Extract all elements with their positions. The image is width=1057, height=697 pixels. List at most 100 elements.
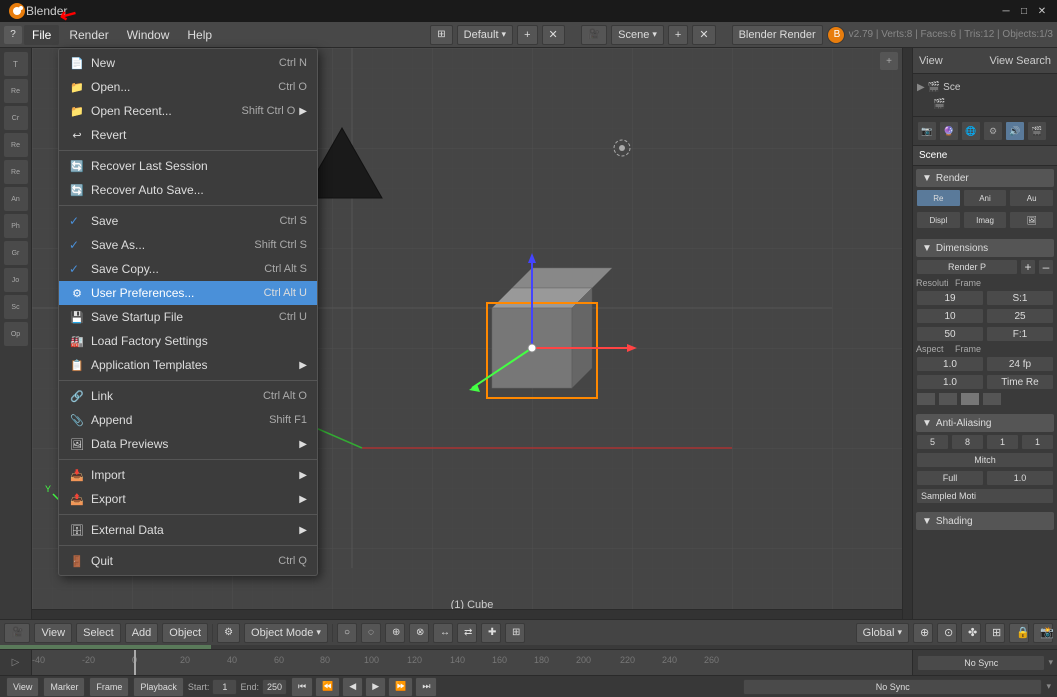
- status-no-sync[interactable]: No Sync: [743, 679, 1043, 695]
- menu-append[interactable]: 📎 Append Shift F1: [59, 408, 317, 432]
- res-y-field[interactable]: 10: [916, 308, 984, 324]
- add-btn[interactable]: Add: [125, 623, 159, 643]
- menu-export[interactable]: 📤 Export ▶: [59, 487, 317, 511]
- select-btn[interactable]: Select: [76, 623, 121, 643]
- vp-end-1[interactable]: ⊕: [913, 623, 933, 643]
- scene-add-btn[interactable]: +: [668, 25, 688, 45]
- menu-link[interactable]: 🔗 Link Ctrl Alt O: [59, 384, 317, 408]
- vp-btn-7[interactable]: ✚: [481, 623, 501, 643]
- vp-end-2[interactable]: ⊙: [937, 623, 957, 643]
- image2-btn[interactable]: 🖼: [1009, 211, 1054, 229]
- vp-btn-4[interactable]: ⊗: [409, 623, 429, 643]
- timeline-track[interactable]: -40 -20 0 20 40 60 80 100 120 140 160 18…: [32, 650, 912, 675]
- status-frame-btn[interactable]: Frame: [89, 677, 129, 697]
- transport-play-back[interactable]: ◀: [342, 677, 363, 697]
- close-button[interactable]: ✕: [1035, 4, 1049, 18]
- transport-next[interactable]: ⏩: [388, 677, 413, 697]
- vp-end-4[interactable]: ⊞: [985, 623, 1005, 643]
- tool-icon-9[interactable]: Jo: [4, 268, 28, 292]
- res-percent-field[interactable]: 50: [916, 326, 984, 342]
- menu-render[interactable]: Render: [61, 25, 116, 45]
- mode-icon[interactable]: ⚙: [217, 623, 240, 643]
- menu-help[interactable]: Help: [179, 25, 220, 45]
- vp-end-6[interactable]: 📸: [1033, 623, 1053, 643]
- frame-start-field[interactable]: S:1: [986, 290, 1054, 306]
- menu-save[interactable]: ✓ Save Ctrl S: [59, 209, 317, 233]
- menu-recover-auto[interactable]: 🔄 Recover Auto Save...: [59, 178, 317, 202]
- world-prop-icon[interactable]: 🌐: [961, 121, 981, 141]
- layout-grid-btn[interactable]: ⊞: [430, 25, 452, 45]
- scene-prop-icon[interactable]: 🎬: [1027, 121, 1047, 141]
- vp-btn-5[interactable]: ↔: [433, 623, 453, 643]
- aa-11-btn[interactable]: 1: [1021, 434, 1054, 450]
- tool-icon-2[interactable]: Re: [4, 79, 28, 103]
- aa-8-btn[interactable]: 8: [951, 434, 984, 450]
- right-view-btn[interactable]: View: [919, 55, 943, 67]
- render-preset-field[interactable]: Render P: [916, 259, 1018, 275]
- vp-btn-1[interactable]: ○: [337, 623, 357, 643]
- info-icon[interactable]: ?: [4, 26, 22, 44]
- menu-window[interactable]: Window: [119, 25, 178, 45]
- scene-tree-item[interactable]: ▶ 🎬 Sce: [917, 78, 1053, 96]
- layout-remove-btn[interactable]: ✕: [542, 25, 565, 45]
- display-btn[interactable]: Displ: [916, 211, 961, 229]
- vp-btn-6[interactable]: ⇄: [457, 623, 477, 643]
- frame-end-field[interactable]: 25: [986, 308, 1054, 324]
- aa-1-btn[interactable]: 1: [986, 434, 1019, 450]
- full-field[interactable]: Full: [916, 470, 984, 486]
- end-val-field[interactable]: 250: [262, 679, 287, 695]
- menu-save-as[interactable]: ✓ Save As... Shift Ctrl S: [59, 233, 317, 257]
- menu-app-templates[interactable]: 📋 Application Templates ▶: [59, 353, 317, 377]
- material-prop-icon[interactable]: 🔮: [939, 121, 959, 141]
- right-search-btn[interactable]: View Search: [989, 55, 1051, 67]
- render-section-header[interactable]: ▼ Render: [916, 169, 1054, 187]
- tool-icon-6[interactable]: An: [4, 187, 28, 211]
- time-remap-field[interactable]: Time Re: [986, 374, 1054, 390]
- menu-data-previews[interactable]: 🖼 Data Previews ▶: [59, 432, 317, 456]
- menu-open-recent[interactable]: 📁 Open Recent... Shift Ctrl O ▶: [59, 99, 317, 123]
- menu-load-factory[interactable]: 🏭 Load Factory Settings: [59, 329, 317, 353]
- viewport-scrollbar-v[interactable]: [902, 48, 912, 619]
- vp-end-3[interactable]: ✤: [961, 623, 981, 643]
- scene-select[interactable]: Scene ▾: [611, 25, 664, 45]
- frame-step-field[interactable]: F:1: [986, 326, 1054, 342]
- status-marker-btn[interactable]: Marker: [43, 677, 85, 697]
- tool-icon-10[interactable]: Sc: [4, 295, 28, 319]
- mitch-field[interactable]: Mitch: [916, 452, 1054, 468]
- vp-btn-8[interactable]: ⊞: [505, 623, 525, 643]
- status-view-btn[interactable]: View: [6, 677, 39, 697]
- transport-prev-end[interactable]: ⏮: [291, 677, 313, 697]
- scene-sub-item[interactable]: 🎬: [917, 96, 1053, 112]
- menu-revert[interactable]: ↩ Revert: [59, 123, 317, 147]
- transport-play[interactable]: ▶: [365, 677, 386, 697]
- start-val-field[interactable]: 1: [212, 679, 237, 695]
- render-au-btn[interactable]: Au: [1009, 189, 1054, 207]
- transport-prev[interactable]: ⏪: [315, 677, 340, 697]
- render-ani-btn[interactable]: Ani: [963, 189, 1008, 207]
- vp-btn-3[interactable]: ⊕: [385, 623, 405, 643]
- object-prop-icon[interactable]: ⚙: [983, 121, 1003, 141]
- preset-add-btn[interactable]: +: [1020, 259, 1036, 275]
- menu-external-data[interactable]: 🗄 External Data ▶: [59, 518, 317, 542]
- view-btn[interactable]: View: [34, 623, 72, 643]
- menu-import[interactable]: 📥 Import ▶: [59, 463, 317, 487]
- scene-type-btn[interactable]: 🎥: [581, 25, 607, 45]
- mode-select[interactable]: Object Mode ▾: [244, 623, 328, 643]
- menu-quit[interactable]: 🚪 Quit Ctrl Q: [59, 549, 317, 573]
- preset-remove-btn[interactable]: –: [1038, 259, 1054, 275]
- menu-save-copy[interactable]: ✓ Save Copy... Ctrl Alt S: [59, 257, 317, 281]
- tool-icon-11[interactable]: Op: [4, 322, 28, 346]
- render-engine-select[interactable]: Blender Render: [732, 25, 823, 45]
- vp-btn-2[interactable]: ◌: [361, 623, 381, 643]
- menu-file[interactable]: File: [24, 25, 59, 45]
- dimensions-header[interactable]: ▼ Dimensions: [916, 239, 1054, 257]
- menu-user-prefs[interactable]: ⚙ User Preferences... Ctrl Alt U: [59, 281, 317, 305]
- menu-new[interactable]: 📄 New Ctrl N: [59, 51, 317, 75]
- global-select[interactable]: Global ▾: [856, 623, 909, 643]
- layout-select[interactable]: Default ▾: [457, 25, 513, 45]
- object-btn[interactable]: Object: [162, 623, 208, 643]
- status-playback-btn[interactable]: Playback: [133, 677, 184, 697]
- image-btn[interactable]: Imag: [963, 211, 1008, 229]
- menu-recover-last[interactable]: 🔄 Recover Last Session: [59, 154, 317, 178]
- no-sync-select[interactable]: No Sync: [917, 655, 1045, 671]
